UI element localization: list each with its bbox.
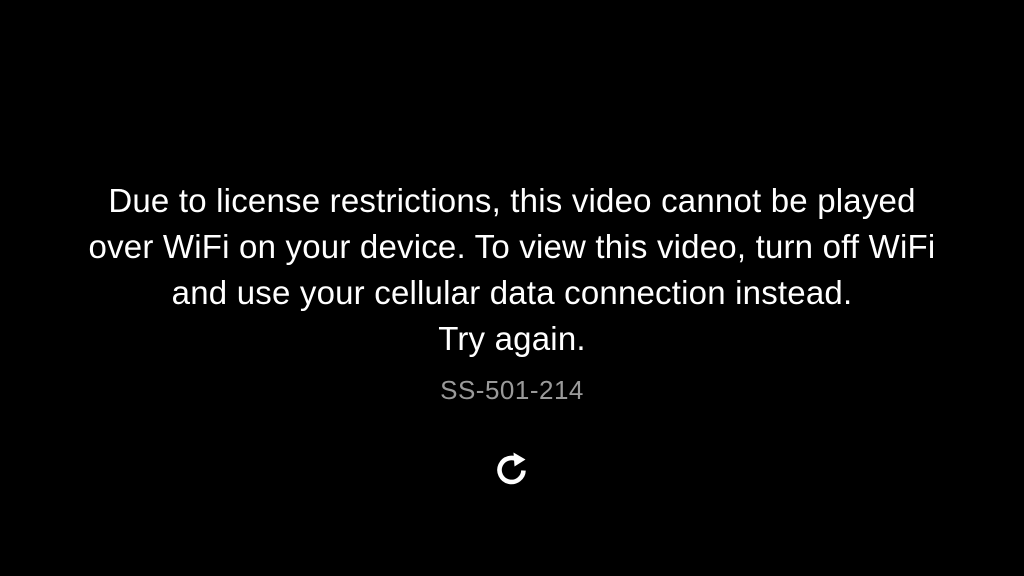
refresh-icon bbox=[497, 452, 526, 485]
error-message-line-3: and use your cellular data connection in… bbox=[171, 274, 853, 311]
try-again-text: Try again. bbox=[438, 320, 586, 357]
error-code: SS-501-214 bbox=[440, 375, 584, 405]
video-error-screen: Due to license restrictions, this video … bbox=[0, 0, 1024, 576]
error-message: Due to license restrictions, this video … bbox=[0, 178, 1024, 362]
retry-button[interactable] bbox=[489, 446, 535, 492]
error-message-line-1: Due to license restrictions, this video … bbox=[108, 182, 916, 219]
error-message-line-2: over WiFi on your device. To view this v… bbox=[88, 228, 936, 265]
